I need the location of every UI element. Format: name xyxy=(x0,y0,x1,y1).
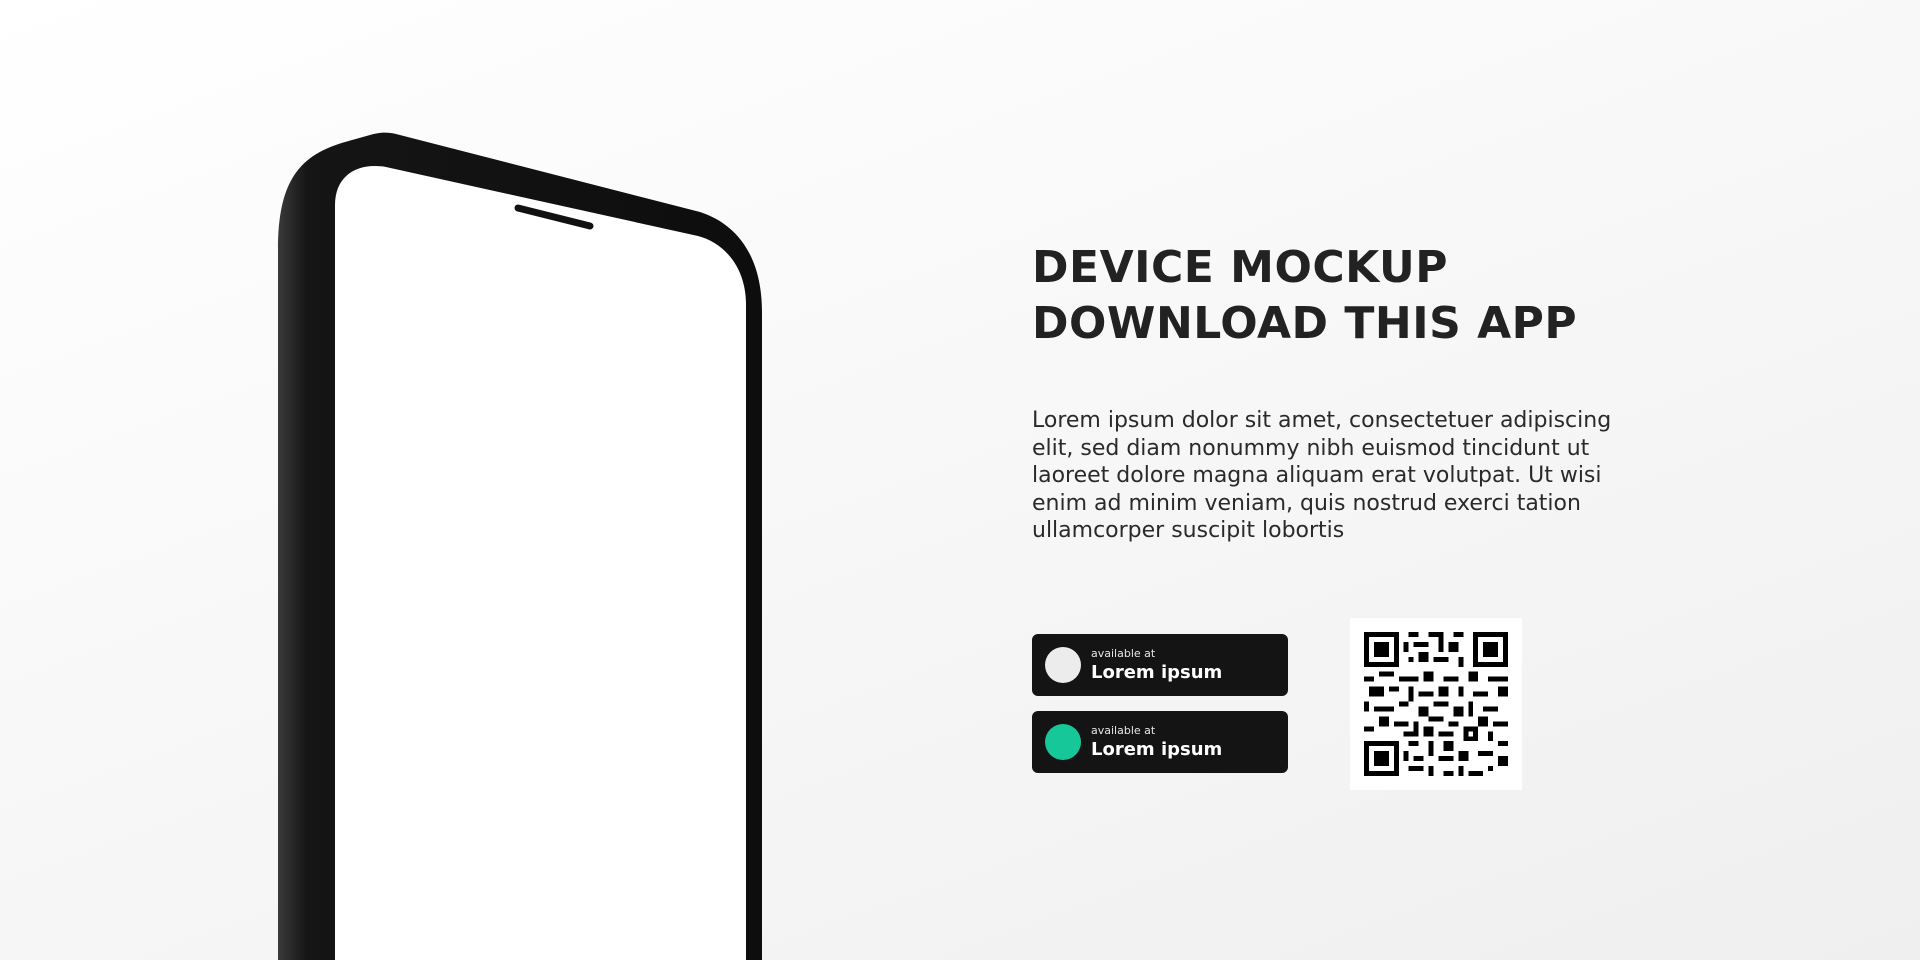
phone-screen xyxy=(335,166,746,960)
headline-line-2: DOWNLOAD THIS APP xyxy=(1032,298,1578,349)
store-download-button-2[interactable]: available at Lorem ipsum xyxy=(1032,711,1288,773)
store-logo-icon xyxy=(1045,724,1081,760)
phone-mockup-illustration xyxy=(278,132,762,960)
store-available-label: available at xyxy=(1091,647,1156,660)
store-available-label: available at xyxy=(1091,724,1156,737)
description-text: Lorem ipsum dolor sit amet, consectetuer… xyxy=(1032,408,1612,543)
phone-mockup xyxy=(270,130,770,960)
headline-line-1: DEVICE MOCKUP xyxy=(1032,242,1448,293)
qr-code xyxy=(1350,618,1522,790)
store-logo-icon xyxy=(1045,647,1081,683)
store-name-label: Lorem ipsum xyxy=(1091,739,1223,760)
store-name-label: Lorem ipsum xyxy=(1091,662,1223,683)
store-download-button-1[interactable]: available at Lorem ipsum xyxy=(1032,634,1288,696)
qr-code-icon xyxy=(1364,632,1508,776)
headline: DEVICE MOCKUP DOWNLOAD THIS APP xyxy=(1032,240,1732,352)
